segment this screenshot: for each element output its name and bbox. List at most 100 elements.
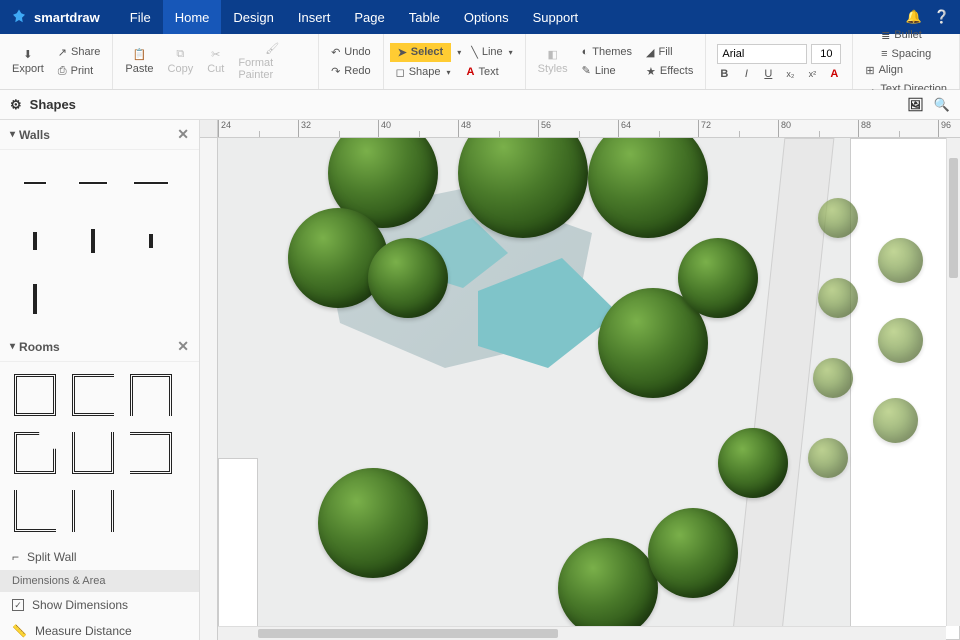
tab-design[interactable]: Design [221,0,285,34]
walls-label: Walls [19,128,50,142]
align-button[interactable]: ⊞Align [859,62,953,79]
export-button[interactable]: ⬇ Export [6,46,50,77]
scrollbar-horizontal[interactable] [218,626,946,640]
undo-button[interactable]: ↶Undo [325,44,377,61]
chevron-down-icon[interactable]: ▾ [457,48,461,57]
copy-button[interactable]: ⧉ Copy [162,46,200,77]
print-button[interactable]: ⎙Print [52,63,107,80]
ruler-tick [458,120,538,137]
shape-label: Shape [409,66,441,78]
copy-label: Copy [168,63,194,75]
paste-label: Paste [125,63,153,75]
styles-button[interactable]: ◧ Styles [532,46,574,77]
shapes-panel-header: ⚙ Shapes 🖼 🔍 [0,90,960,120]
chevron-down-icon: ▾ [10,129,15,140]
styles-icon: ◧ [547,48,557,61]
tab-support[interactable]: Support [521,0,591,34]
font-color-button[interactable]: A [826,68,842,80]
redo-button[interactable]: ↷Redo [325,63,377,80]
wall-shape[interactable] [10,158,60,208]
tab-options[interactable]: Options [452,0,521,34]
print-icon: ⎙ [58,65,67,78]
bold-button[interactable]: B [716,68,732,80]
line2-label: Line [595,65,616,77]
image-icon[interactable]: 🖼 [907,97,924,113]
underline-button[interactable]: U [760,68,776,80]
font-size-input[interactable] [811,44,841,64]
wall-shape[interactable] [68,158,118,208]
room-shape[interactable] [68,428,118,478]
close-icon[interactable]: ✕ [177,338,189,355]
pen-icon: ✎ [582,64,591,77]
scrollbar-vertical[interactable] [946,138,960,626]
italic-button[interactable]: I [738,68,754,80]
section-walls[interactable]: ▾ Walls ✕ [0,120,199,150]
tab-table[interactable]: Table [397,0,452,34]
export-label: Export [12,63,44,75]
chevron-down-icon: ▾ [447,68,451,77]
line-button[interactable]: ╲Line▾ [465,44,518,61]
show-dimensions-toggle[interactable]: ✓ Show Dimensions [0,592,199,618]
app-logo[interactable]: smartdraw [10,8,100,26]
select-label: Select [411,46,443,58]
bullet-label: Bullet [894,29,922,41]
bullet-button[interactable]: ≣Bullet [875,27,937,44]
room-shape[interactable] [126,428,176,478]
measure-distance-tool[interactable]: 📏 Measure Distance [0,618,199,640]
room-shape[interactable] [68,370,118,420]
gear-icon[interactable]: ⚙ [10,97,22,113]
fill-button[interactable]: ◢Fill [640,44,699,61]
scrollbar-thumb[interactable] [949,158,958,278]
shape-button[interactable]: ◻ Shape ▾ [390,64,457,81]
wall-shape[interactable] [10,274,60,324]
shape-icon: ◻ [396,66,405,79]
wall-shape[interactable] [126,158,176,208]
ruler-tick [778,120,858,137]
themes-button[interactable]: ◐Themes [576,44,638,60]
room-shape[interactable] [10,428,60,478]
tab-insert[interactable]: Insert [286,0,343,34]
ruler-corner [200,120,218,138]
share-button[interactable]: ↗Share [52,44,107,61]
room-shape[interactable] [10,370,60,420]
share-label: Share [71,46,100,58]
room-shape[interactable] [10,486,60,536]
spacing-icon: ≡ [881,48,887,60]
menubar: smartdraw File Home Design Insert Page T… [0,0,960,34]
tab-file[interactable]: File [118,0,163,34]
wall-shape[interactable] [68,216,118,266]
help-icon[interactable]: ❔ [934,9,950,25]
menu-tabs: File Home Design Insert Page Table Optio… [118,0,590,34]
text-label: Text [479,66,499,78]
close-icon[interactable]: ✕ [177,126,189,143]
superscript-button[interactable]: x² [804,69,820,79]
rooms-label: Rooms [19,340,60,354]
text-button[interactable]: AText [461,64,505,80]
subscript-button[interactable]: x₂ [782,69,798,79]
line-style-button[interactable]: ✎ Line [576,62,638,79]
ruler-horizontal[interactable] [218,120,960,138]
chevron-down-icon: ▾ [10,341,15,352]
wall-shape[interactable] [126,216,176,266]
notification-icon[interactable]: 🔔 [906,9,922,25]
cut-label: Cut [207,63,224,75]
split-wall-tool[interactable]: ⌐ Split Wall [0,544,199,570]
ruler-vertical[interactable] [200,138,218,640]
paste-button[interactable]: 📋 Paste [119,46,159,77]
tab-page[interactable]: Page [342,0,396,34]
search-icon[interactable]: 🔍 [934,97,950,113]
room-shape[interactable] [68,486,118,536]
drawing-canvas[interactable] [218,138,960,640]
tab-home[interactable]: Home [163,0,222,34]
scrollbar-thumb[interactable] [258,629,558,638]
format-painter-button[interactable]: 🖌 Format Painter [232,40,312,83]
spacing-button[interactable]: ≡Spacing [875,46,937,62]
cut-button[interactable]: ✂ Cut [201,46,230,77]
room-shape[interactable] [126,370,176,420]
font-name-input[interactable] [717,44,807,64]
select-button[interactable]: ➤Select [390,43,452,62]
effects-button[interactable]: ★Effects [640,63,699,80]
walls-grid [0,150,199,332]
wall-shape[interactable] [10,216,60,266]
section-rooms[interactable]: ▾ Rooms ✕ [0,332,199,362]
